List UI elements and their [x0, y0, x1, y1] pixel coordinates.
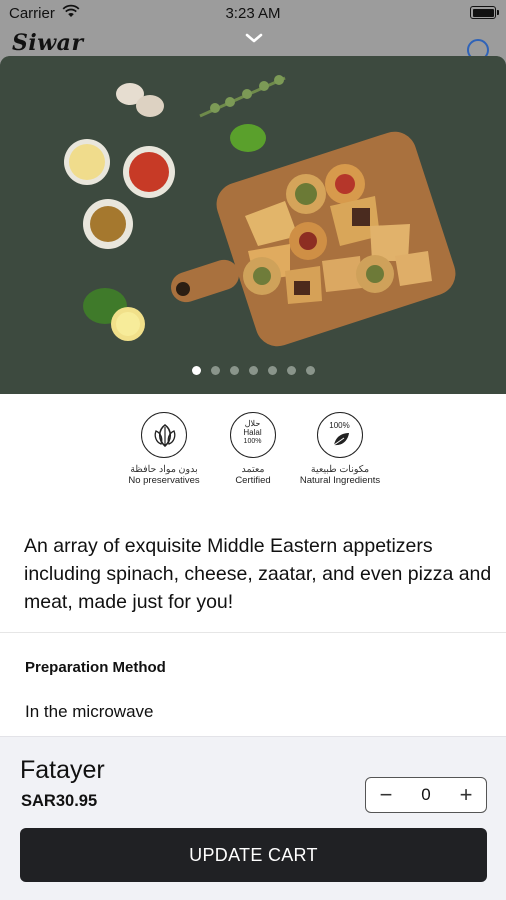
- update-cart-button[interactable]: UPDATE CART: [20, 828, 487, 882]
- divider: [0, 632, 506, 633]
- halal-icon: حلال Halal 100%: [230, 412, 276, 458]
- preparation-method-title: Preparation Method: [25, 659, 166, 676]
- badge-natural-ingredients: 100% مكونات طبيعية Natural Ingredients: [285, 412, 395, 486]
- badge-arabic-label: مكونات طبيعية: [310, 464, 370, 475]
- decrement-button[interactable]: −: [366, 778, 406, 812]
- product-description: An array of exquisite Middle Eastern app…: [24, 535, 492, 613]
- preparation-method-value: In the microwave: [25, 702, 154, 721]
- purchase-panel: Fatayer SAR30.95 − 0 + UPDATE CART: [0, 736, 506, 900]
- halal-seal-english: Halal: [243, 428, 262, 437]
- status-bar: Carrier 3:23 AM: [0, 0, 506, 28]
- product-sheet: بدون مواد حافظة No preservatives حلال Ha…: [0, 56, 506, 900]
- carousel-dot[interactable]: [267, 366, 277, 375]
- product-image-carousel[interactable]: [0, 56, 506, 394]
- product-name: Fatayer: [20, 756, 105, 784]
- battery-icon: [470, 6, 499, 19]
- carousel-dot[interactable]: [286, 366, 296, 375]
- carousel-indicator[interactable]: [0, 366, 506, 375]
- increment-button[interactable]: +: [446, 778, 486, 812]
- halal-seal-arabic: حلال: [244, 419, 261, 428]
- clock: 3:23 AM: [225, 5, 281, 22]
- brand-logo: Siwar: [12, 30, 84, 56]
- carousel-dot[interactable]: [305, 366, 315, 375]
- quantity-value: 0: [421, 785, 431, 804]
- carousel-dot[interactable]: [210, 366, 220, 375]
- carousel-dot[interactable]: [191, 366, 201, 375]
- feature-badges: بدون مواد حافظة No preservatives حلال Ha…: [0, 412, 506, 502]
- natural-leaf-icon: 100%: [317, 412, 363, 458]
- product-price: SAR30.95: [21, 792, 98, 810]
- product-image: [0, 56, 506, 394]
- leaf-icon: [141, 412, 187, 458]
- carousel-dot[interactable]: [248, 366, 258, 375]
- background-header: Siwar: [0, 28, 506, 61]
- quantity-stepper[interactable]: − 0 +: [365, 777, 487, 813]
- chevron-down-icon[interactable]: [245, 32, 263, 44]
- halal-seal-percent: 100%: [243, 438, 262, 445]
- carousel-dot[interactable]: [229, 366, 239, 375]
- badge-english-label: Natural Ingredients: [299, 475, 381, 486]
